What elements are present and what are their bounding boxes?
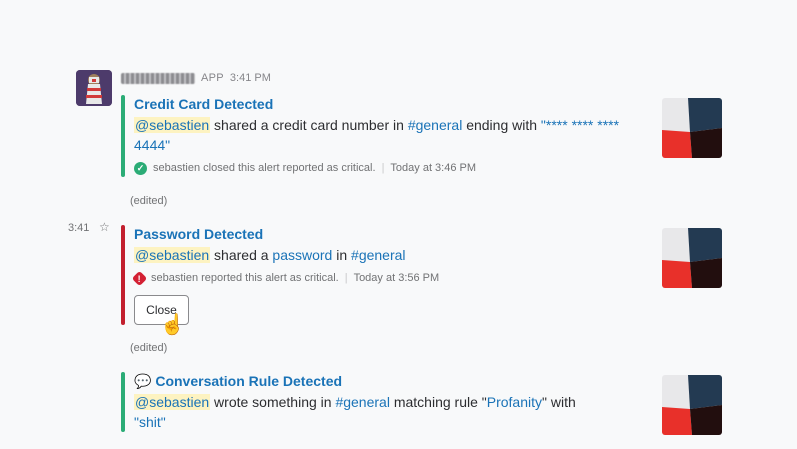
- rule-link[interactable]: Profanity: [487, 394, 542, 410]
- footer-time[interactable]: Today at 3:56 PM: [354, 272, 440, 284]
- lighthouse-icon: [76, 70, 112, 106]
- attachment-text: @sebastien wrote something in #general m…: [134, 392, 614, 432]
- star-icon[interactable]: ☆: [99, 220, 110, 234]
- attachment-text: @sebastien shared a credit card number i…: [134, 115, 654, 155]
- app-badge: APP: [201, 72, 224, 84]
- attachment-title[interactable]: 💬 Conversation Rule Detected: [134, 372, 621, 390]
- footer-time[interactable]: Today at 3:46 PM: [390, 162, 476, 174]
- text-segment: shared a credit card number in: [210, 117, 408, 133]
- message-time[interactable]: 3:41 PM: [230, 72, 271, 84]
- attachment-thumbnail[interactable]: [662, 228, 722, 288]
- text-segment: in: [332, 247, 352, 263]
- sender-name[interactable]: [121, 72, 195, 84]
- text-segment: shared a: [210, 247, 273, 263]
- user-mention[interactable]: @sebastien: [134, 247, 211, 263]
- text-segment: " with: [542, 394, 576, 410]
- thumbnail-image: [662, 375, 722, 435]
- speech-bubble-icon: 💬: [134, 373, 152, 389]
- hover-timestamp[interactable]: 3:41: [68, 222, 89, 234]
- footer-divider: |: [381, 162, 385, 174]
- attachment-footer: ! sebastien reported this alert as criti…: [131, 269, 621, 287]
- attachment-color-bar: [121, 95, 125, 177]
- text-segment: ending with: [462, 117, 541, 133]
- user-mention[interactable]: @sebastien: [134, 394, 211, 410]
- attachment-thumbnail[interactable]: [662, 98, 722, 158]
- channel-link[interactable]: #general: [408, 117, 463, 133]
- message-header: APP 3:41 PM: [121, 70, 271, 86]
- attachment-conversation-rule: 💬 Conversation Rule Detected @sebastien …: [121, 372, 621, 432]
- attachment-thumbnail[interactable]: [662, 375, 722, 435]
- attachment-footer: ✓ sebastien closed this alert reported a…: [134, 159, 621, 177]
- check-circle-icon: ✓: [134, 161, 147, 175]
- attachment-credit-card: Credit Card Detected @sebastien shared a…: [121, 95, 621, 177]
- footer-status: sebastien closed this alert reported as …: [153, 162, 376, 174]
- attachment-password: Password Detected @sebastien shared a pa…: [121, 225, 621, 325]
- password-link[interactable]: password: [272, 247, 332, 263]
- edited-label: (edited): [130, 195, 168, 207]
- matched-value[interactable]: "shit": [134, 414, 166, 430]
- text-segment: wrote something in: [210, 394, 336, 410]
- attachment-color-bar: [121, 225, 125, 325]
- attachment-color-bar: [121, 372, 125, 432]
- user-mention[interactable]: @sebastien: [134, 117, 211, 133]
- footer-divider: |: [344, 272, 348, 284]
- channel-link[interactable]: #general: [335, 394, 390, 410]
- channel-link[interactable]: #general: [351, 247, 406, 263]
- critical-alert-icon: !: [131, 270, 148, 286]
- thumbnail-image: [662, 98, 722, 158]
- text-segment: matching rule ": [389, 394, 487, 410]
- hand-cursor-icon: ☝: [160, 314, 185, 336]
- edited-label: (edited): [130, 342, 168, 354]
- attachment-title-text: Conversation Rule Detected: [155, 373, 343, 389]
- attachment-text: @sebastien shared a password in #general: [134, 245, 621, 265]
- footer-status: sebastien reported this alert as critica…: [151, 272, 339, 284]
- attachment-title[interactable]: Password Detected: [134, 225, 621, 243]
- app-avatar[interactable]: [76, 70, 112, 106]
- thumbnail-image: [662, 228, 722, 288]
- attachment-title[interactable]: Credit Card Detected: [134, 95, 621, 113]
